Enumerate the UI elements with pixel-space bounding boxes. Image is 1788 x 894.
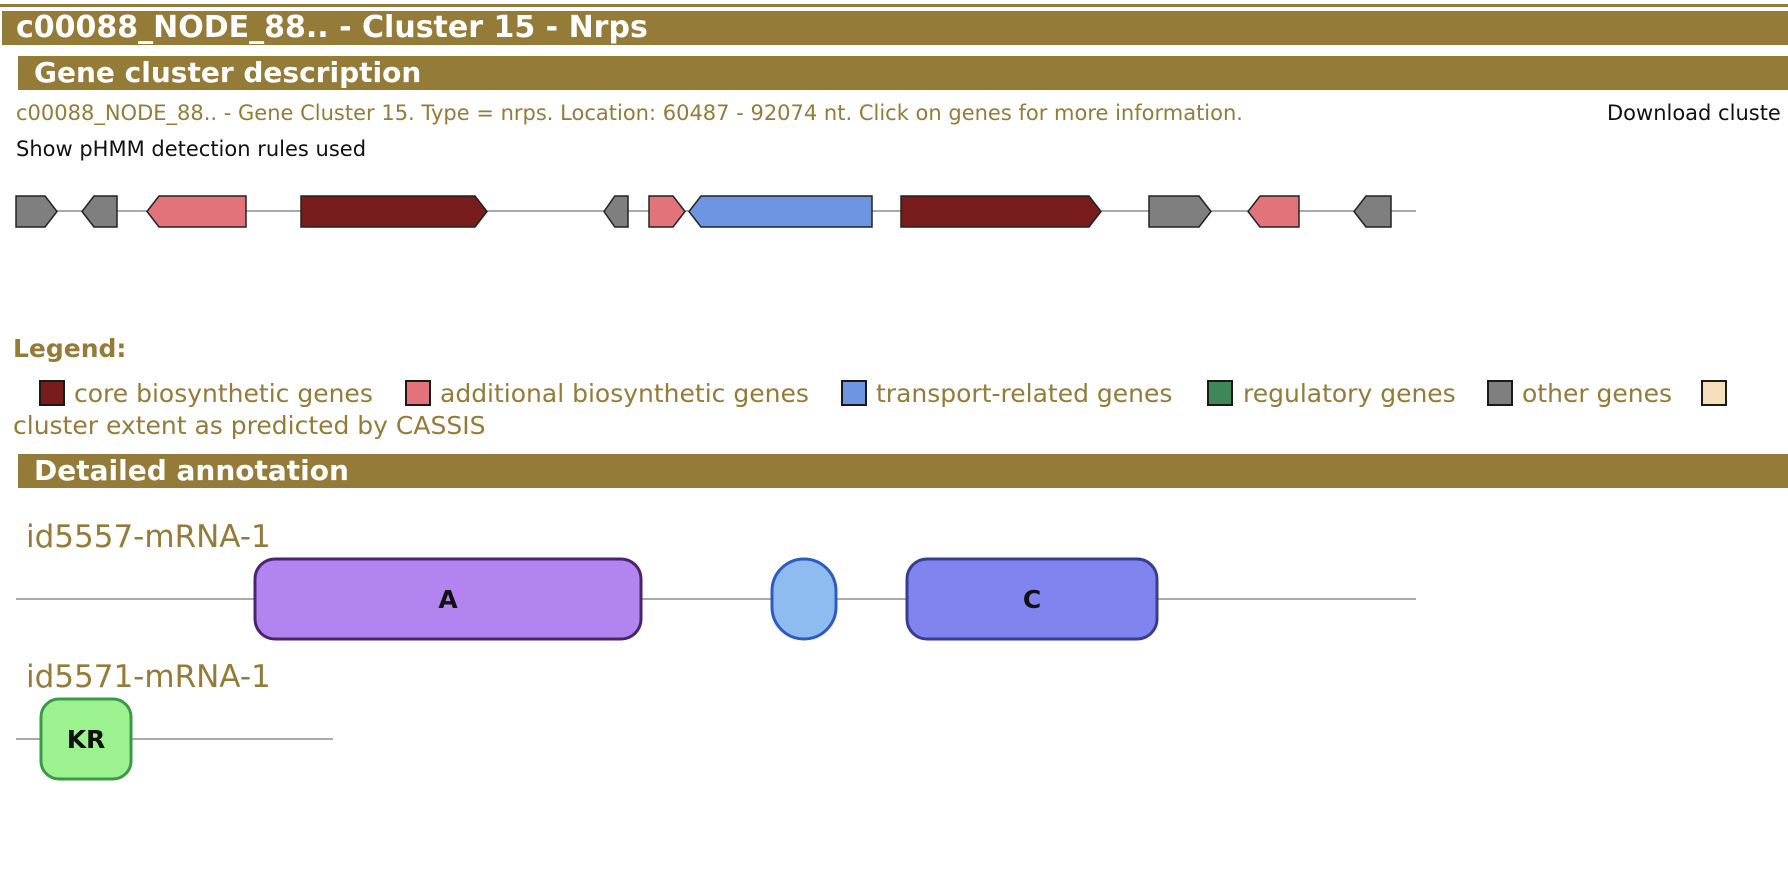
- domain-box[interactable]: [770, 557, 838, 641]
- gene-arrow-additional[interactable]: [1247, 195, 1300, 228]
- domain-label: A: [438, 585, 458, 614]
- page-title: c00088_NODE_88.. - Cluster 15 - Nrps: [2, 11, 1788, 45]
- legend-swatch: [405, 380, 431, 406]
- download-cluster-link[interactable]: Download cluste: [1607, 101, 1781, 125]
- legend-swatch: [1701, 380, 1727, 406]
- legend-swatch: [841, 380, 867, 406]
- gene-id-label[interactable]: id5557-mRNA-1: [26, 519, 271, 555]
- top-rule: [0, 4, 1788, 7]
- detailed-annotation-heading: Detailed annotation: [18, 454, 1788, 488]
- cluster-gene-map: [15, 195, 1416, 228]
- legend-label: core biosynthetic genes: [74, 379, 373, 408]
- show-rules-link[interactable]: Show pHMM detection rules used: [16, 137, 366, 161]
- legend-label: transport-related genes: [876, 379, 1173, 408]
- domain-map-gene-2: KR: [16, 697, 333, 781]
- gene-arrow-additional[interactable]: [648, 195, 686, 228]
- cluster-description-text: c00088_NODE_88.. - Gene Cluster 15. Type…: [16, 101, 1243, 125]
- gene-arrow-transport[interactable]: [688, 195, 873, 228]
- gene-arrow-core[interactable]: [300, 195, 488, 228]
- domain-label: KR: [67, 725, 106, 754]
- legend-swatch: [1207, 380, 1233, 406]
- legend-label: other genes: [1522, 379, 1673, 408]
- gene-id-label[interactable]: id5571-mRNA-1: [26, 659, 271, 695]
- domain-label: C: [1023, 585, 1041, 614]
- legend-swatch: [39, 380, 65, 406]
- legend-swatch: [1487, 380, 1513, 406]
- gene-arrow-other[interactable]: [603, 195, 629, 228]
- gene-arrow-core[interactable]: [900, 195, 1102, 228]
- gene-arrow-additional[interactable]: [146, 195, 247, 228]
- legend-label: regulatory genes: [1243, 379, 1456, 408]
- gene-arrow-other[interactable]: [81, 195, 118, 228]
- legend-label: additional biosynthetic genes: [440, 379, 809, 408]
- gene-arrow-other[interactable]: [15, 195, 58, 228]
- gene-cluster-description-heading: Gene cluster description: [18, 56, 1788, 90]
- legend-title: Legend:: [13, 334, 127, 363]
- gene-arrow-other[interactable]: [1353, 195, 1392, 228]
- legend-label-cassis: cluster extent as predicted by CASSIS: [13, 411, 486, 440]
- domain-map-gene-1: AC: [16, 557, 1416, 641]
- gene-arrow-other[interactable]: [1148, 195, 1212, 228]
